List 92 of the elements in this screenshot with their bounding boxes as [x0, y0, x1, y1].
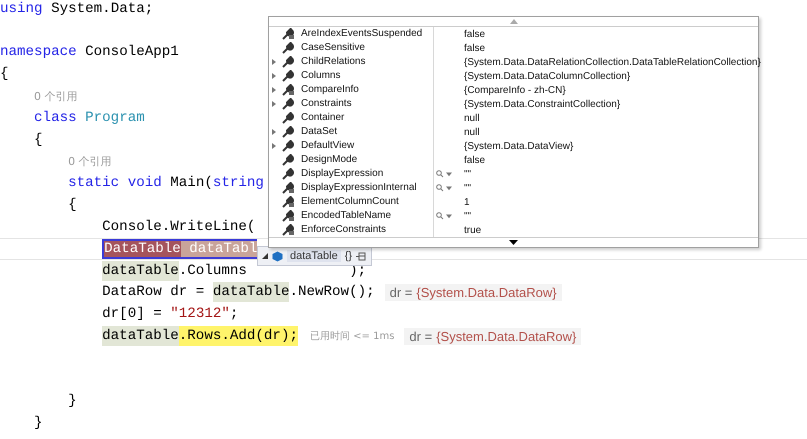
variable-name: dr = — [390, 284, 412, 300]
code-token: Main( — [169, 174, 213, 194]
property-value: {System.Data.DataView} — [464, 140, 574, 152]
wrench-icon — [282, 140, 294, 152]
property-value: "" — [464, 210, 472, 222]
code-token: DataTable — [102, 238, 181, 259]
object-icon — [272, 250, 283, 262]
property-name: Constraints — [301, 97, 434, 111]
reference-count[interactable]: 0 个引用 — [68, 154, 112, 169]
property-name: AreIndexEventsSuspended — [301, 27, 434, 41]
property-value: "" — [464, 182, 472, 194]
property-name: DisplayExpression — [301, 167, 434, 181]
property-name: CaseSensitive — [301, 41, 434, 55]
wrench-icon — [282, 56, 294, 68]
property-value: false — [464, 42, 486, 54]
wrench-lock-icon — [282, 84, 295, 96]
wrench-icon — [282, 168, 294, 180]
wrench-lock-icon — [282, 210, 295, 222]
code-token: Console.WriteLine( — [102, 218, 256, 237]
code-token: DataRow dr = — [102, 283, 206, 302]
code-token: { — [0, 65, 9, 84]
datatip[interactable]: dataTable {} — [257, 246, 372, 266]
property-value: {CompareInfo - zh-CN} — [464, 84, 566, 96]
scroll-down-icon[interactable] — [509, 240, 518, 245]
property-name: DefaultView — [301, 139, 434, 153]
code-token: dataTable — [102, 260, 179, 281]
property-value: {System.Data.ConstraintCollection} — [464, 98, 620, 110]
code-token: namespace — [0, 43, 77, 62]
code-token: dr[0] = — [102, 305, 163, 324]
variable-value: {System.Data.DataRow} — [416, 284, 557, 300]
wrench-lock-icon — [282, 224, 295, 236]
property-value: false — [464, 154, 486, 166]
code-token: { — [34, 130, 43, 150]
wrench-icon — [282, 70, 294, 82]
code-token: dataTable — [212, 282, 290, 302]
code-token: { — [68, 196, 77, 216]
property-name: ChildRelations — [301, 55, 434, 69]
code-token: static void — [68, 174, 162, 194]
property-name: DataSet — [301, 125, 434, 139]
wrench-icon — [282, 98, 294, 110]
property-name: ElementColumnCount — [301, 195, 434, 209]
code-token: class — [34, 108, 78, 128]
property-name: EnforceConstraints — [301, 223, 434, 237]
wrench-icon — [282, 126, 294, 138]
property-value: null — [464, 112, 480, 124]
code-token: .NewRow(); — [289, 283, 375, 302]
property-value: "" — [464, 168, 472, 180]
property-name: DesignMode — [301, 153, 434, 167]
code-token: System.Data; — [50, 0, 154, 19]
code-token: } — [34, 414, 43, 434]
variable-name: dr = — [409, 328, 432, 344]
search-icon[interactable] — [436, 212, 452, 220]
wrench-lock-icon — [282, 196, 295, 208]
property-value: false — [464, 28, 486, 40]
search-icon[interactable] — [436, 170, 452, 178]
code-token: dataTable — [102, 326, 179, 346]
code-token: .Rows.Add(dr); — [178, 326, 298, 346]
braces-text: {} — [344, 250, 352, 262]
property-name: EncodedTableName — [301, 209, 434, 223]
wrench-icon — [282, 154, 294, 166]
code-token: string — [212, 174, 264, 194]
property-name: Columns — [301, 69, 434, 83]
property-name: Container — [301, 111, 434, 125]
value-tip[interactable]: dr = {System.Data.DataRow} — [384, 284, 562, 301]
variable-value: {System.Data.DataRow} — [436, 328, 576, 344]
property-name: CompareInfo — [301, 83, 434, 97]
variable-name: dataTable — [287, 250, 341, 262]
reference-count[interactable]: 0 个引用 — [34, 88, 78, 104]
code-token: "12312" — [170, 305, 230, 324]
code-token: ; — [230, 305, 238, 324]
wrench-icon — [282, 112, 294, 124]
property-value: {System.Data.DataRelationCollection.DataTableRelationCollection} — [464, 56, 761, 68]
code-token: using — [0, 0, 43, 19]
code-token: dataTabl — [180, 238, 258, 259]
property-value: {System.Data.DataColumnCollection} — [464, 70, 630, 82]
wrench-lock-icon — [282, 28, 295, 40]
property-value: 1 — [464, 196, 470, 208]
wrench-icon — [282, 42, 294, 54]
expand-arrow-icon[interactable] — [262, 253, 268, 259]
scroll-up-icon[interactable] — [510, 19, 518, 24]
value-tip[interactable]: dr = {System.Data.DataRow} — [404, 328, 582, 345]
property-name: DisplayExpressionInternal — [301, 181, 434, 195]
property-value: null — [464, 126, 480, 138]
code-token: Program — [85, 108, 145, 128]
wrench-lock-icon — [282, 182, 295, 194]
code-token: ConsoleApp1 — [84, 43, 179, 62]
code-token: } — [68, 392, 77, 412]
pin-icon[interactable] — [356, 252, 368, 260]
search-icon[interactable] — [436, 184, 452, 192]
elapsed-time: 已用时间 <= 1ms — [310, 330, 394, 344]
property-value: true — [464, 224, 482, 236]
code-token: .Columns — [178, 262, 247, 281]
